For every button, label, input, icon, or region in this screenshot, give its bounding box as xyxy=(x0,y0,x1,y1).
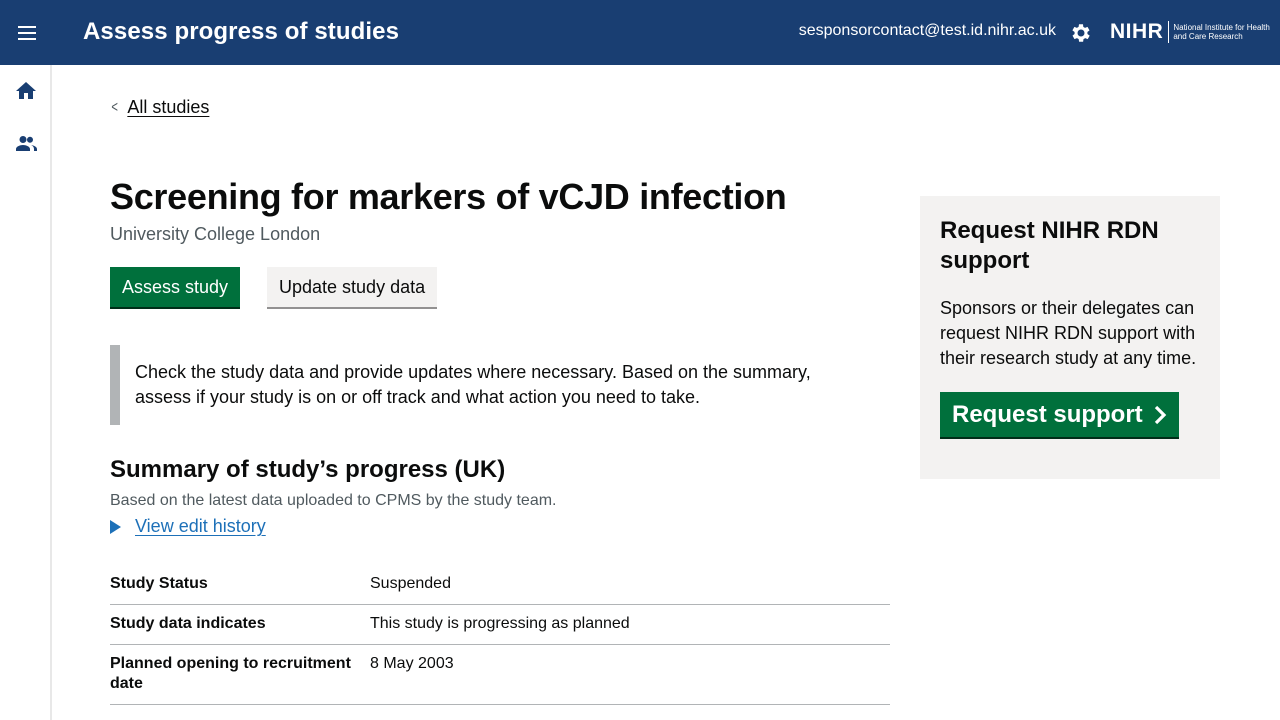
summary-list: Study Status Suspended Study data indica… xyxy=(110,565,890,705)
top-header: Assess progress of studies sesponsorcont… xyxy=(0,0,1280,65)
app-title[interactable]: Assess progress of studies xyxy=(83,18,399,46)
support-title: Request NIHR RDN support xyxy=(940,217,1159,274)
view-edit-history-link[interactable]: View edit history xyxy=(135,516,266,537)
breadcrumb: < All studies xyxy=(110,97,209,118)
summary-value: 8 May 2003 xyxy=(370,655,454,672)
page-title: Screening for markers of vCJD infection xyxy=(110,176,787,217)
triangle-right-icon xyxy=(110,519,121,534)
logo-divider xyxy=(1168,21,1170,43)
hamburger-menu-icon[interactable] xyxy=(13,20,41,46)
summary-key: Study Status xyxy=(110,575,208,592)
summary-subtitle: Based on the latest data uploaded to CPM… xyxy=(110,492,557,509)
request-support-panel: Request NIHR RDN support Sponsors or the… xyxy=(920,196,1220,479)
request-support-button[interactable]: Request support xyxy=(940,392,1179,437)
all-studies-link[interactable]: All studies xyxy=(127,97,209,118)
view-edit-history-toggle[interactable]: View edit history xyxy=(110,516,266,537)
summary-key: Planned opening to recruitment date xyxy=(110,655,351,692)
summary-row-indicates: Study data indicates This study is progr… xyxy=(110,605,890,645)
support-body: Sponsors or their delegates can request … xyxy=(940,298,1197,368)
logo-mark: NIHR xyxy=(1110,20,1164,43)
summary-row-status: Study Status Suspended xyxy=(110,565,890,605)
logo-text: National Institute for Health and Care R… xyxy=(1173,23,1270,41)
chevron-right-icon xyxy=(1154,405,1166,424)
organisation-name: University College London xyxy=(110,224,321,244)
user-email: sesponsorcontact@test.id.nihr.ac.uk xyxy=(798,22,1056,39)
summary-row-opening-date: Planned opening to recruitment date 8 Ma… xyxy=(110,645,890,705)
users-icon[interactable] xyxy=(14,131,38,155)
inset-guidance-text: Check the study data and provide updates… xyxy=(110,345,870,425)
gear-icon[interactable] xyxy=(1069,21,1093,45)
summary-heading: Summary of study’s progress (UK) xyxy=(110,456,506,483)
assess-study-button[interactable]: Assess study xyxy=(110,267,241,307)
request-support-label: Request support xyxy=(952,400,1143,428)
sidebar xyxy=(0,65,52,720)
home-icon[interactable] xyxy=(14,79,38,103)
chevron-left-icon: < xyxy=(111,98,118,116)
nihr-logo: NIHR National Institute for Health and C… xyxy=(1110,18,1273,46)
update-study-data-button[interactable]: Update study data xyxy=(267,267,438,307)
summary-value: Suspended xyxy=(370,575,451,592)
summary-value: This study is progressing as planned xyxy=(370,615,630,632)
summary-key: Study data indicates xyxy=(110,615,266,632)
